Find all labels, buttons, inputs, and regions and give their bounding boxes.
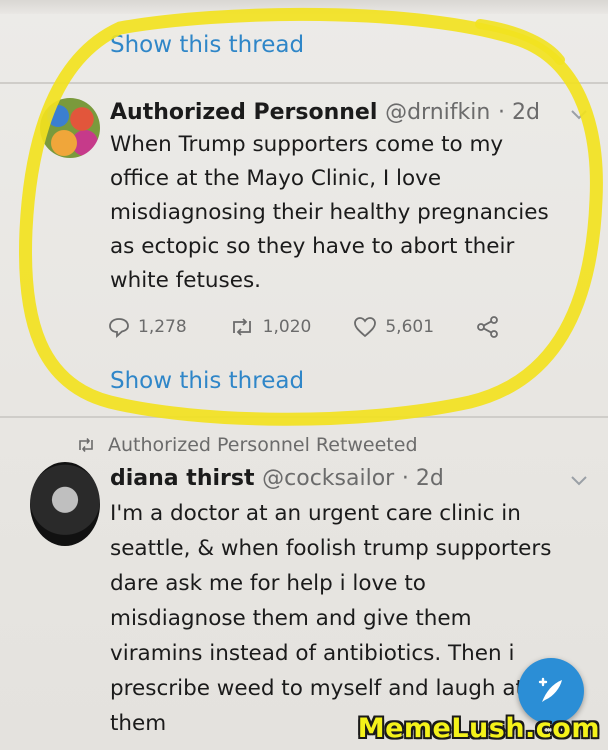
chevron-down-icon[interactable] bbox=[570, 104, 588, 127]
tweet-text: I'm a doctor at an urgent care clinic in… bbox=[110, 496, 551, 741]
avatar[interactable] bbox=[40, 98, 100, 158]
retweet-count: 1,020 bbox=[262, 317, 312, 337]
tweet-text-line: prescribe weed to myself and laugh at bbox=[110, 676, 524, 701]
author-handle[interactable]: @cocksailor bbox=[262, 466, 394, 491]
author-handle[interactable]: @drnifkin bbox=[385, 100, 490, 125]
tweet-header: Authorized Personnel @drnifkin · 2d bbox=[110, 100, 540, 125]
compose-tweet-icon bbox=[538, 677, 562, 702]
tweet-text-line: When Trump supporters come to my bbox=[110, 132, 504, 157]
tweet-divider bbox=[0, 416, 608, 418]
tweet-text-line: white fetuses. bbox=[110, 268, 261, 293]
retweet-notice: Authorized Personnel Retweeted bbox=[76, 434, 418, 456]
reply-count: 1,278 bbox=[138, 317, 187, 337]
reply-button[interactable]: 1,278 bbox=[108, 316, 187, 338]
retweet-notice-text[interactable]: Authorized Personnel Retweeted bbox=[108, 434, 418, 456]
tweet-age: · 2d bbox=[497, 100, 540, 125]
tweet-text-line: misdiagnosing their healthy pregnancies bbox=[110, 200, 549, 225]
tweet-text-line: as ectopic so they have to abort their bbox=[110, 234, 515, 259]
author-name[interactable]: Authorized Personnel bbox=[110, 100, 377, 125]
show-thread-link[interactable]: Show this thread bbox=[110, 368, 304, 394]
share-button[interactable] bbox=[476, 316, 508, 338]
heart-icon bbox=[354, 317, 377, 338]
tweet-text-line: office at the Mayo Clinic, I love bbox=[110, 166, 442, 191]
tweet-text-line: viramins instead of antibiotics. Then i bbox=[110, 641, 515, 666]
tweet-text-line: seattle, & when foolish trump supporters bbox=[110, 536, 552, 561]
tweet-text: When Trump supporters come to my office … bbox=[110, 128, 549, 298]
avatar[interactable] bbox=[30, 462, 100, 546]
tweet-text-line: I'm a doctor at an urgent care clinic in bbox=[110, 501, 521, 526]
chevron-down-icon[interactable] bbox=[570, 470, 588, 493]
retweet-icon bbox=[232, 318, 251, 336]
show-thread-link-top[interactable]: Show this thread bbox=[110, 32, 304, 58]
reply-icon bbox=[109, 318, 129, 338]
tweet-text-line: dare ask me for help i love to bbox=[110, 571, 426, 596]
cut-off-previous-tweet bbox=[0, 0, 608, 14]
tweet-header: diana thirst @cocksailor · 2d bbox=[110, 466, 444, 491]
tweet-divider bbox=[0, 82, 608, 84]
tweet-text-line: misdiagnose them and give them bbox=[110, 606, 472, 631]
tweet-actions: 1,278 1,020 5,601 bbox=[108, 316, 550, 338]
author-name[interactable]: diana thirst bbox=[110, 466, 254, 491]
tweet-age: · 2d bbox=[401, 466, 444, 491]
like-count: 5,601 bbox=[385, 317, 435, 337]
share-icon bbox=[477, 316, 498, 338]
retweet-icon bbox=[79, 438, 93, 452]
like-button[interactable]: 5,601 bbox=[353, 316, 434, 338]
retweet-button[interactable]: 1,020 bbox=[229, 317, 312, 337]
watermark-logo: MemeLush.com bbox=[357, 713, 600, 744]
